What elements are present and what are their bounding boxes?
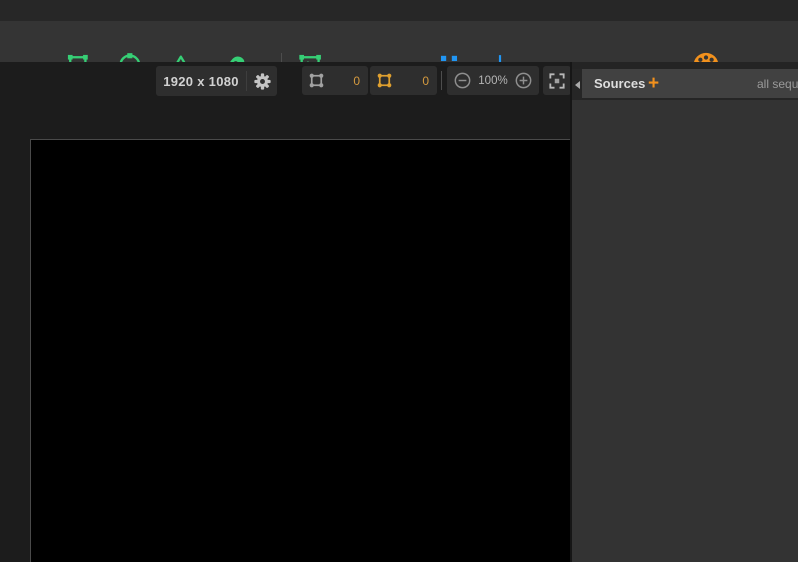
zoom-out-icon xyxy=(453,71,472,90)
sources-panel-title: Sources xyxy=(594,76,645,91)
position-value-y[interactable]: 0 xyxy=(394,74,437,88)
position-field-x[interactable]: 0 xyxy=(302,66,368,95)
position-value-x[interactable]: 0 xyxy=(326,74,368,88)
sources-panel-top-strip xyxy=(572,62,798,69)
bounds-handles-orange-icon xyxy=(375,71,394,90)
zoom-level[interactable]: 100% xyxy=(478,75,507,87)
fit-view-button[interactable] xyxy=(543,66,571,95)
gear-icon xyxy=(252,71,273,92)
zoom-in-button[interactable] xyxy=(514,71,533,90)
resolution-box[interactable]: 1920 x 1080 xyxy=(156,66,277,96)
add-source-button[interactable]: + xyxy=(648,70,659,98)
sequence-filter-label[interactable]: all sequ xyxy=(757,77,798,91)
bounds-handles-gray-icon xyxy=(307,71,326,90)
window-title-strip xyxy=(0,0,798,21)
zoom-controls: 100% xyxy=(447,66,539,95)
canvas-settings-button[interactable] xyxy=(247,71,277,92)
viewport-area xyxy=(0,62,570,562)
canvas-toolbar-separator xyxy=(441,71,442,90)
zoom-in-icon xyxy=(514,71,533,90)
main-toolbar xyxy=(0,21,798,62)
collapse-left-icon xyxy=(575,81,580,89)
sources-panel-header: Sources + all sequ xyxy=(572,69,798,100)
fit-view-icon xyxy=(547,71,567,91)
panel-collapse-button[interactable] xyxy=(572,69,582,100)
canvas-viewport[interactable] xyxy=(30,139,570,562)
zoom-out-button[interactable] xyxy=(453,71,472,90)
position-field-y[interactable]: 0 xyxy=(370,66,437,95)
sources-panel: Sources + all sequ xyxy=(572,62,798,562)
resolution-label: 1920 x 1080 xyxy=(156,74,246,89)
